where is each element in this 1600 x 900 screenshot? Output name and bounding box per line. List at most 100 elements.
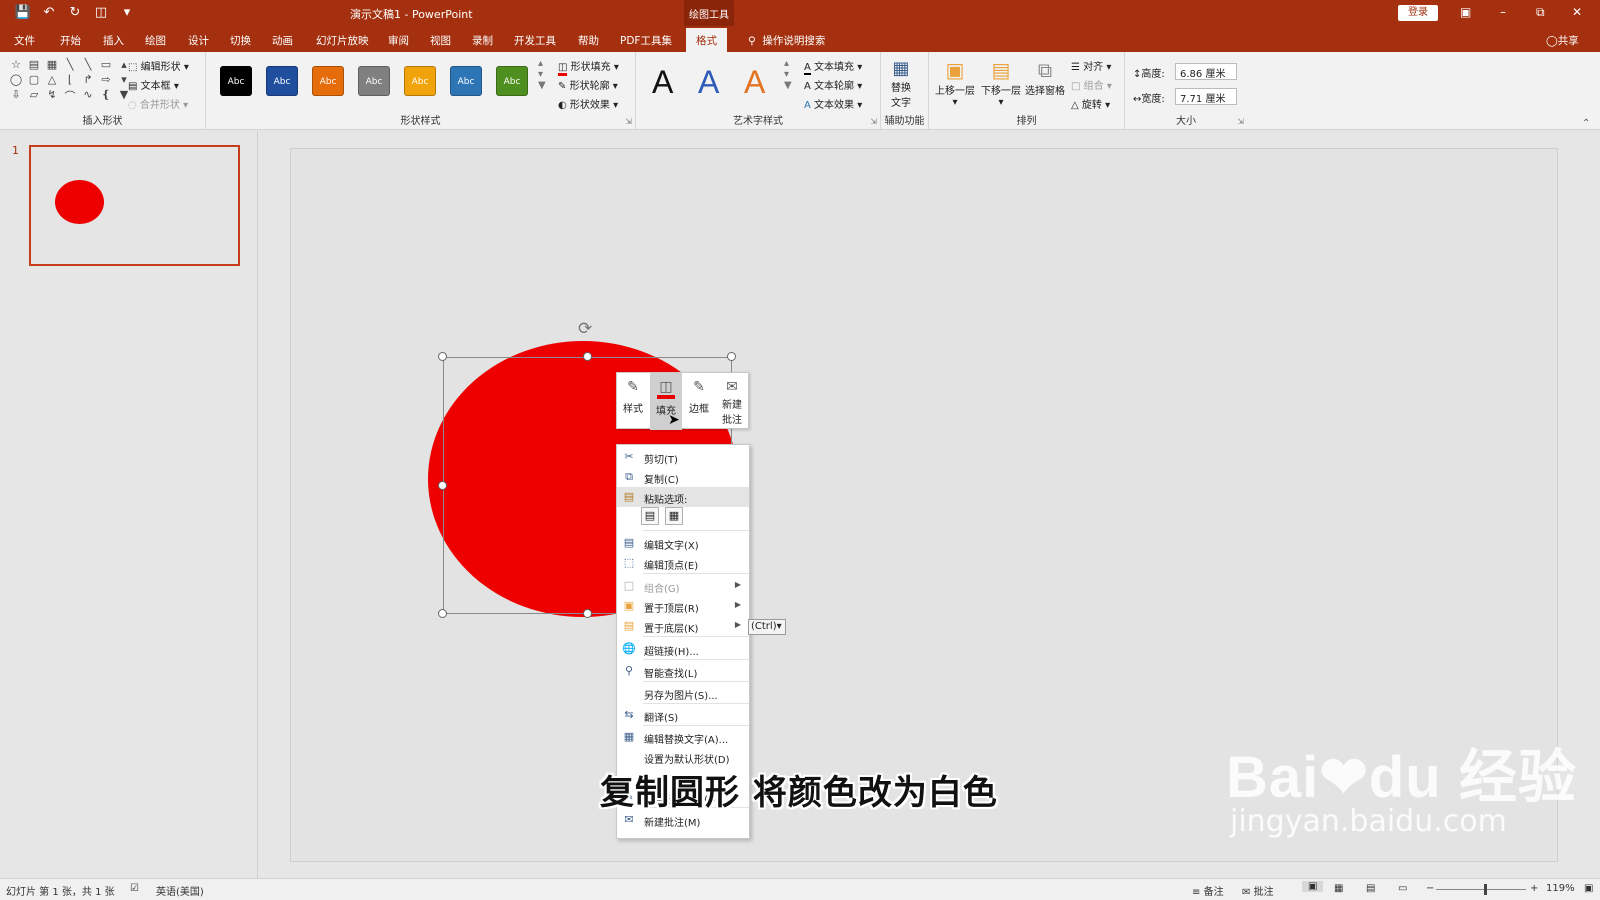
line2-shape-icon[interactable]: ╲ [80, 58, 96, 71]
login-button[interactable]: 登录 [1398, 5, 1438, 21]
resize-handle[interactable] [438, 481, 447, 490]
customize-qat-icon[interactable]: ▾ [118, 5, 136, 20]
tab-developer[interactable]: 开发工具 [514, 33, 556, 48]
spelling-check-icon[interactable]: ☑ [130, 883, 139, 894]
bracket-shape-icon[interactable]: ❴ [98, 88, 114, 104]
tab-design[interactable]: 设计 [188, 33, 209, 48]
tab-insert[interactable]: 插入 [103, 33, 124, 48]
text-effects-button[interactable]: A 文本效果 ▾ [804, 96, 862, 111]
restore-icon[interactable]: ⧉ [1536, 5, 1545, 20]
zoom-out-icon[interactable]: − [1426, 883, 1434, 894]
redo-icon[interactable]: ↻ [66, 5, 84, 20]
resize-handle[interactable] [438, 609, 447, 618]
wordart-sample[interactable]: A [698, 64, 719, 101]
shapes-gallery[interactable]: ☆ ▤ ▦ ╲ ╲ ▭ ▴ ◯ ▢ △ ⌊ ↱ ⇨ ▾ ⇩ ▱ ↯ ⌒ ∿ ❴ ▼ [8, 58, 132, 104]
shape-style-swatch[interactable]: Abc [220, 66, 252, 96]
save-icon[interactable]: 💾 [14, 5, 32, 20]
resize-handle[interactable] [583, 352, 592, 361]
tab-record[interactable]: 录制 [472, 33, 493, 48]
slide-thumbnail[interactable] [29, 145, 240, 266]
menu-item-cut[interactable]: ✂ 剪切(T) [617, 447, 749, 467]
menu-item-group[interactable]: □ 组合(G) ▶ [617, 576, 749, 596]
tab-transitions[interactable]: 切换 [230, 33, 251, 48]
menu-item-translate[interactable]: ⇆ 翻译(S) [617, 705, 749, 725]
menu-item-edit-alt-text[interactable]: ▦ 编辑替换文字(A)... [617, 727, 749, 747]
zoom-in-icon[interactable]: + [1530, 883, 1538, 894]
dialog-launcher-icon[interactable]: ⇲ [870, 117, 877, 126]
menu-item-copy[interactable]: ⧉ 复制(C) [617, 467, 749, 487]
tab-slideshow[interactable]: 幻灯片放映 [316, 33, 369, 48]
dialog-launcher-icon[interactable]: ⇲ [625, 117, 632, 126]
close-icon[interactable]: ✕ [1572, 5, 1582, 19]
tab-help[interactable]: 帮助 [578, 33, 599, 48]
tab-pdf-tools[interactable]: PDF工具集 [620, 33, 672, 48]
menu-item-edit-points[interactable]: ⬚ 编辑顶点(E) [617, 553, 749, 573]
resize-handle[interactable] [583, 609, 592, 618]
dialog-launcher-icon[interactable]: ⇲ [1237, 117, 1244, 126]
resize-handle[interactable] [727, 352, 736, 361]
start-from-beginning-icon[interactable]: ◫ [92, 5, 110, 20]
mini-style-button[interactable]: ✎ 样式 [617, 373, 649, 430]
text-fill-button[interactable]: A 文本填充 ▾ [804, 58, 862, 75]
curve-shape-icon[interactable]: ∿ [80, 88, 96, 104]
shape-style-swatch[interactable]: Abc [312, 66, 344, 96]
zoom-slider[interactable] [1436, 889, 1526, 890]
rectangle-shape-icon[interactable]: ▭ [98, 58, 114, 71]
collapse-ribbon-icon[interactable]: ⌃ [1582, 118, 1590, 129]
star-shape-icon[interactable]: ☆ [8, 58, 24, 71]
freeform-shape-icon[interactable]: ▱ [26, 88, 42, 104]
undo-icon[interactable]: ↶ [40, 5, 58, 20]
selection-pane-button[interactable]: ⧉ 选择窗格 [1025, 58, 1065, 97]
line-shape-icon[interactable]: ╲ [62, 58, 78, 71]
shape-fill-button[interactable]: ◫ 形状填充 ▾ [558, 58, 619, 76]
vertical-textbox-icon[interactable]: ▦ [44, 58, 60, 71]
tab-home[interactable]: 开始 [60, 33, 81, 48]
resize-handle[interactable] [438, 352, 447, 361]
rotation-handle-icon[interactable]: ⟳ [578, 319, 592, 339]
menu-item-hyperlink[interactable]: 🌐 超链接(H)... [617, 639, 749, 659]
slideshow-view-icon[interactable]: ▭ [1398, 883, 1407, 894]
elbow-connector-icon[interactable]: ⌊ [62, 73, 78, 86]
paste-as-picture-icon[interactable]: ▦ [665, 507, 683, 525]
bring-forward-button[interactable]: ▣ 上移一层 ▾ [935, 58, 975, 108]
paste-options-tag[interactable]: (Ctrl)▾ [748, 619, 786, 635]
text-outline-button[interactable]: A 文本轮廓 ▾ [804, 77, 862, 92]
ribbon-display-options-icon[interactable]: ▣ [1460, 5, 1471, 19]
language-status[interactable]: 英语(美国) [156, 883, 204, 898]
width-input[interactable]: 7.71 厘米 [1175, 88, 1237, 105]
group-button[interactable]: □ 组合 ▾ [1071, 77, 1112, 92]
tab-view[interactable]: 视图 [430, 33, 451, 48]
shape-style-swatch[interactable]: Abc [266, 66, 298, 96]
tab-animations[interactable]: 动画 [272, 33, 293, 48]
minimize-icon[interactable]: – [1500, 5, 1506, 19]
elbow-arrow-icon[interactable]: ↱ [80, 73, 96, 86]
zoom-level[interactable]: 119% [1546, 883, 1575, 894]
edit-shape-button[interactable]: ⬚ 编辑形状 ▾ [128, 58, 189, 73]
slide-sorter-icon[interactable]: ▦ [1334, 883, 1343, 894]
normal-view-icon[interactable]: ▣ [1302, 881, 1324, 892]
shape-style-swatch[interactable]: Abc [404, 66, 436, 96]
shape-style-swatch[interactable]: Abc [450, 66, 482, 96]
tab-file[interactable]: 文件 [14, 33, 35, 48]
send-backward-button[interactable]: ▤ 下移一层 ▾ [981, 58, 1021, 108]
shape-outline-button[interactable]: ✎ 形状轮廓 ▾ [558, 77, 618, 92]
styles-gallery-scroll[interactable]: ▴ ▾ ▼ [538, 58, 546, 91]
tell-me-search[interactable]: ⚲ 操作说明搜索 [748, 33, 825, 48]
text-box-button[interactable]: ▤ 文本框 ▾ [128, 77, 179, 92]
notes-button[interactable]: ≡ 备注 [1192, 883, 1224, 898]
block-arrow-icon[interactable]: ⇨ [98, 73, 114, 86]
wordart-sample[interactable]: A [652, 64, 673, 101]
alt-text-button[interactable]: ▦ 替换 文字 [891, 58, 911, 109]
tab-format[interactable]: 格式 [686, 28, 727, 52]
arc-shape-icon[interactable]: ⌒ [62, 88, 78, 104]
tab-review[interactable]: 审阅 [388, 33, 409, 48]
menu-item-smart-lookup[interactable]: ⚲ 智能查找(L) [617, 661, 749, 681]
fit-to-window-icon[interactable]: ▣ [1584, 883, 1593, 894]
share-button[interactable]: ◯共享 [1546, 33, 1579, 48]
wordart-sample[interactable]: A [744, 64, 765, 101]
rounded-rect-shape-icon[interactable]: ▢ [26, 73, 42, 86]
shape-style-swatch[interactable]: Abc [496, 66, 528, 96]
paste-use-destination-icon[interactable]: ▤ [641, 507, 659, 525]
menu-item-bring-to-front[interactable]: ▣ 置于顶层(R) ▶ [617, 596, 749, 616]
rotate-button[interactable]: △ 旋转 ▾ [1071, 96, 1110, 111]
